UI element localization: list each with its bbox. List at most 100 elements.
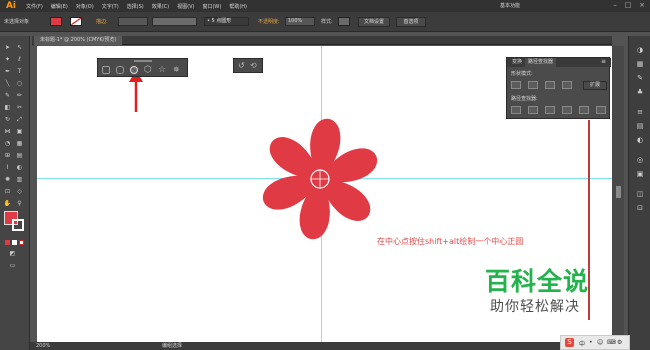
symbols-panel-icon[interactable]: ♣ bbox=[635, 88, 645, 97]
color-mode-icon[interactable] bbox=[5, 240, 10, 245]
none-mode-icon[interactable] bbox=[19, 240, 24, 245]
document-setup-button[interactable]: 文档设置 bbox=[358, 17, 390, 27]
eyedropper-icon[interactable]: ⌇ bbox=[3, 164, 12, 172]
lasso-icon[interactable]: ℓ bbox=[15, 56, 24, 64]
scale-tool-icon[interactable]: ⤢ bbox=[15, 116, 24, 124]
divide-icon[interactable] bbox=[511, 106, 521, 114]
punctuation-icon[interactable]: • bbox=[589, 339, 593, 346]
flare-tool-icon[interactable]: ✵ bbox=[173, 65, 180, 74]
zoom-level[interactable]: 200% bbox=[36, 342, 50, 350]
layers-panel-icon[interactable]: ◫ bbox=[635, 190, 645, 199]
star-tool-icon[interactable]: ☆ bbox=[158, 65, 166, 75]
expand-button[interactable]: 扩展 bbox=[583, 81, 607, 90]
menu-effect[interactable]: 效果(C) bbox=[148, 3, 173, 10]
pen-tool-icon[interactable]: ✒ bbox=[3, 68, 12, 76]
intersect-icon[interactable] bbox=[545, 81, 555, 89]
menu-view[interactable]: 视图(V) bbox=[173, 3, 198, 10]
vertical-scrollbar[interactable] bbox=[612, 46, 624, 342]
graphic-styles-panel-icon[interactable]: ▣ bbox=[635, 170, 645, 179]
workspace-switcher[interactable]: 基本功能 bbox=[500, 2, 520, 9]
paintbrush-icon[interactable]: ✎ bbox=[3, 92, 12, 100]
brushes-panel-icon[interactable]: ✎ bbox=[635, 74, 645, 83]
outline-icon[interactable] bbox=[579, 106, 589, 114]
stroke-label[interactable]: 描边: bbox=[96, 18, 108, 25]
transparency-panel-icon[interactable]: ◐ bbox=[635, 136, 645, 145]
zoom-tool-icon[interactable]: ⚲ bbox=[15, 200, 24, 208]
minus-front-icon[interactable] bbox=[528, 81, 538, 89]
sogou-ime-icon[interactable]: S bbox=[565, 338, 574, 347]
minus-back-icon[interactable] bbox=[596, 106, 606, 114]
perspective-grid-icon[interactable]: ▦ bbox=[15, 140, 24, 148]
menu-object[interactable]: 对象(O) bbox=[72, 3, 98, 10]
stroke-swatch[interactable] bbox=[12, 219, 24, 231]
blend-tool-icon[interactable]: ◐ bbox=[15, 164, 24, 172]
language-icon[interactable]: 中 bbox=[579, 339, 585, 348]
scroll-thumb[interactable] bbox=[616, 186, 621, 198]
line-tool-icon[interactable]: ╲ bbox=[3, 80, 12, 88]
graphic-style-swatch[interactable] bbox=[338, 17, 350, 26]
trim-icon[interactable] bbox=[528, 106, 538, 114]
merge-icon[interactable] bbox=[545, 106, 555, 114]
artboards-panel-icon[interactable]: ⊡ bbox=[635, 204, 645, 213]
menu-select[interactable]: 选择(S) bbox=[123, 3, 148, 10]
tab-transform[interactable]: 变换 bbox=[509, 58, 525, 67]
shape-builder-icon[interactable]: ◔ bbox=[3, 140, 12, 148]
menu-edit[interactable]: 编辑(E) bbox=[47, 3, 72, 10]
magic-wand-icon[interactable]: ✦ bbox=[3, 56, 12, 64]
screen-mode-icon[interactable]: ▭ bbox=[8, 262, 17, 270]
swatches-panel-icon[interactable]: ▦ bbox=[635, 60, 645, 69]
flyout-grip[interactable] bbox=[134, 60, 152, 62]
selection-tool-icon[interactable]: ➤ bbox=[3, 44, 12, 52]
keyboard-icon[interactable]: ⌨ bbox=[607, 339, 616, 346]
tab-pathfinder[interactable]: 路径查找器 bbox=[525, 58, 557, 67]
graph-tool-icon[interactable]: ▥ bbox=[15, 176, 24, 184]
gradient-mode-icon[interactable] bbox=[12, 240, 17, 245]
mesh-tool-icon[interactable]: ⊞ bbox=[3, 152, 12, 160]
rotate-tool-icon[interactable]: ↻ bbox=[3, 116, 12, 124]
document-tab[interactable]: 未标题-1* @ 200% (CMYK/预览) bbox=[34, 36, 123, 45]
ellipse-tool-icon[interactable]: ○ bbox=[15, 80, 24, 88]
ellipse-tool-icon[interactable] bbox=[130, 66, 138, 74]
hand-tool-icon[interactable]: ✋ bbox=[3, 200, 12, 208]
preferences-button[interactable]: 首选项 bbox=[396, 17, 426, 27]
type-tool-icon[interactable]: T bbox=[15, 68, 24, 76]
variable-width-profile[interactable] bbox=[152, 17, 197, 26]
close-icon[interactable]: × bbox=[636, 1, 648, 10]
opacity-field[interactable]: 100% bbox=[285, 17, 315, 26]
emoji-icon[interactable]: ☺ bbox=[597, 339, 603, 346]
rounded-rectangle-tool-icon[interactable] bbox=[116, 66, 124, 74]
menu-type[interactable]: 文字(T) bbox=[98, 3, 123, 10]
draw-mode-icon[interactable]: ◩ bbox=[8, 250, 17, 258]
direct-selection-tool-icon[interactable]: ↖ bbox=[15, 44, 24, 52]
width-tool-icon[interactable]: ⋈ bbox=[3, 128, 12, 136]
stroke-color-swatch[interactable] bbox=[70, 17, 82, 26]
brush-definition[interactable]: • 5 点圆形 bbox=[204, 17, 249, 26]
scissors-icon[interactable]: ✂ bbox=[15, 104, 24, 112]
artboard-tool-icon[interactable]: ⊡ bbox=[3, 188, 12, 196]
gradient-panel-icon[interactable]: ▤ bbox=[635, 122, 645, 131]
slice-tool-icon[interactable]: ◇ bbox=[15, 188, 24, 196]
menu-help[interactable]: 帮助(H) bbox=[225, 3, 251, 10]
pencil-icon[interactable]: ✏ bbox=[15, 92, 24, 100]
menu-file[interactable]: 文件(F) bbox=[22, 3, 47, 10]
rotate-icon[interactable]: ↺ bbox=[238, 61, 245, 70]
reflect-icon[interactable]: ⟲ bbox=[250, 61, 257, 70]
stroke-panel-icon[interactable]: ≡ bbox=[635, 108, 645, 117]
menu-window[interactable]: 窗口(W) bbox=[198, 3, 225, 10]
minimize-icon[interactable]: – bbox=[609, 1, 621, 10]
opacity-label[interactable]: 不透明度: bbox=[258, 18, 280, 25]
appearance-panel-icon[interactable]: ◎ bbox=[635, 156, 645, 165]
settings-icon[interactable]: ⚙ bbox=[617, 339, 622, 346]
crop-icon[interactable] bbox=[562, 106, 572, 114]
symbol-sprayer-icon[interactable]: ✺ bbox=[3, 176, 12, 184]
rectangle-tool-icon[interactable] bbox=[102, 66, 110, 74]
polygon-tool-icon[interactable]: ⬡ bbox=[144, 65, 152, 75]
fill-color-swatch[interactable] bbox=[50, 17, 62, 26]
free-transform-icon[interactable]: ▣ bbox=[15, 128, 24, 136]
gradient-tool-icon[interactable]: ▤ bbox=[15, 152, 24, 160]
flower-shape[interactable] bbox=[250, 109, 390, 249]
panel-menu-icon[interactable]: ≡ bbox=[601, 58, 606, 65]
exclude-icon[interactable] bbox=[562, 81, 572, 89]
eraser-icon[interactable]: ◧ bbox=[3, 104, 12, 112]
unite-icon[interactable] bbox=[511, 81, 521, 89]
